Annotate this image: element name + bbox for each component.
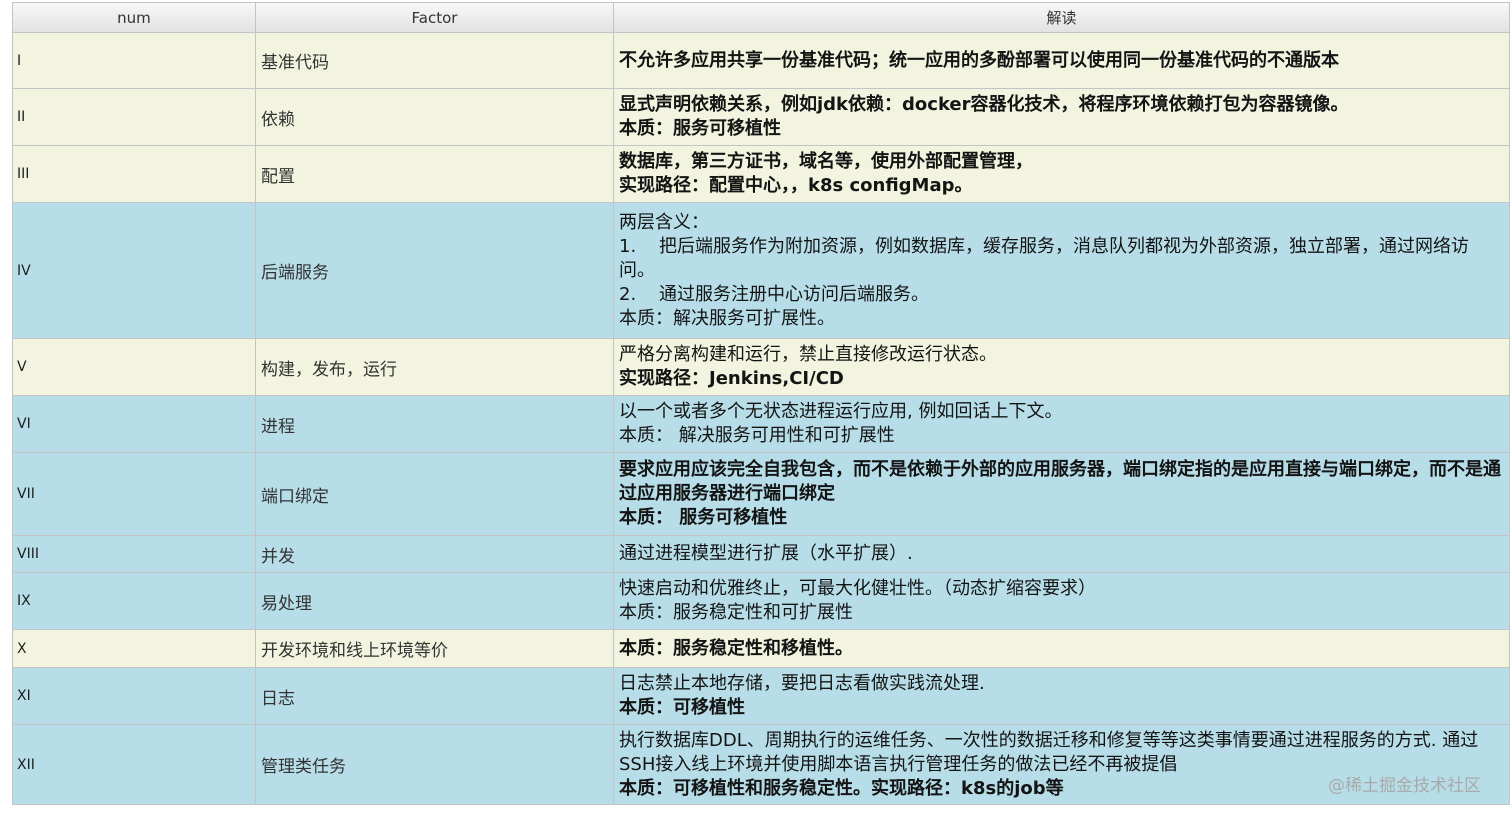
desc-line: 实现路径：Jenkins,CI/CD xyxy=(619,368,844,389)
factor-table: num Factor 解读 I 基准代码 不允许多应用共享一份基准代码；统一应用的多… xyxy=(12,2,1510,805)
table-row: II 依赖 显式声明依赖关系，例如jdk依赖：docker容器化技术，将程序环境依赖… xyxy=(13,89,1509,146)
factor-cell: 后端服务 xyxy=(256,203,614,338)
desc-cell: 通过进程模型进行扩展（水平扩展）. xyxy=(614,536,1509,572)
desc-line: 以一个或者多个无状态进程运行应用, 例如回话上下文。 xyxy=(619,401,1063,422)
factor-cell: 基准代码 xyxy=(256,33,614,88)
num-cell: VI xyxy=(13,396,256,452)
table-row: V 构建，发布，运行 严格分离构建和运行，禁止直接修改运行状态。 实现路径：Jenki… xyxy=(13,339,1509,396)
desc-line: 本质：服务稳定性和移植性。 xyxy=(619,637,853,659)
desc-cell: 快速启动和优雅终止，可最大化健壮性。（动态扩缩容要求） 本质：服务稳定性和可扩展性 xyxy=(614,573,1509,629)
desc-line: 本质：解决服务可扩展性。 xyxy=(619,307,835,329)
num-cell: XII xyxy=(13,725,256,804)
table-row: VI 进程 以一个或者多个无状态进程运行应用, 例如回话上下文。 本质： 解决服务可用… xyxy=(13,396,1509,453)
desc-line: 数据库，第三方证书，域名等，使用外部配置管理， xyxy=(619,151,1033,172)
desc-cell: 要求应用应该完全自我包含，而不是依赖于外部的应用服务器，端口绑定指的是应用直接与… xyxy=(614,453,1509,535)
desc-line: 实现路径：配置中心，，k8s configMap。 xyxy=(619,175,973,196)
num-cell: I xyxy=(13,33,256,88)
factor-cell: 并发 xyxy=(256,536,614,572)
desc-line: 严格分离构建和运行，禁止直接修改运行状态。 xyxy=(619,344,997,365)
desc-line: 本质： 解决服务可用性和可扩展性 xyxy=(619,425,895,446)
factor-cell: 依赖 xyxy=(256,89,614,145)
desc-cell: 数据库，第三方证书，域名等，使用外部配置管理， 实现路径：配置中心，，k8s co… xyxy=(614,146,1509,202)
table-header: num Factor 解读 xyxy=(13,2,1509,33)
factor-cell: 端口绑定 xyxy=(256,453,614,535)
table-row: VII 端口绑定 要求应用应该完全自我包含，而不是依赖于外部的应用服务器，端口绑定指… xyxy=(13,453,1509,536)
desc-line: 显式声明依赖关系，例如jdk依赖：docker容器化技术，将程序环境依赖打包为容… xyxy=(619,94,1349,115)
table-row: X 开发环境和线上环境等价 本质：服务稳定性和移植性。 xyxy=(13,630,1509,668)
num-cell: VIII xyxy=(13,536,256,572)
factor-cell: 配置 xyxy=(256,146,614,202)
desc-line: 日志禁止本地存储，要把日志看做实践流处理. xyxy=(619,673,985,694)
desc-cell: 日志禁止本地存储，要把日志看做实践流处理. 本质：可移植性 xyxy=(614,668,1509,724)
table-row: IV 后端服务 两层含义： 1. 把后端服务作为附加资源，例如数据库，缓存服务，消息队… xyxy=(13,203,1509,339)
header-num: num xyxy=(13,3,256,32)
desc-line: 本质：服务可移植性 xyxy=(619,118,781,139)
desc-line: 要求应用应该完全自我包含，而不是依赖于外部的应用服务器，端口绑定指的是应用直接与… xyxy=(619,459,1501,504)
desc-line: 执行数据库DDL、周期执行的运维任务、一次性的数据迁移和修复等等这类事情要通过进… xyxy=(619,729,1479,775)
desc-line: 快速启动和优雅终止，可最大化健壮性。（动态扩缩容要求） xyxy=(619,578,1096,599)
desc-line: 不允许多应用共享一份基准代码；统一应用的多酚部署可以使用同一份基准代码的不通版本 xyxy=(619,49,1339,71)
factor-cell: 开发环境和线上环境等价 xyxy=(256,630,614,667)
table-body: I 基准代码 不允许多应用共享一份基准代码；统一应用的多酚部署可以使用同一份基准代码… xyxy=(13,33,1509,805)
desc-line: 本质： 服务可移植性 xyxy=(619,507,788,528)
table-row: XI 日志 日志禁止本地存储，要把日志看做实践流处理. 本质：可移植性 xyxy=(13,668,1509,725)
factor-cell: 日志 xyxy=(256,668,614,724)
desc-cell: 显式声明依赖关系，例如jdk依赖：docker容器化技术，将程序环境依赖打包为容… xyxy=(614,89,1509,145)
num-cell: IX xyxy=(13,573,256,629)
desc-line: 2. 通过服务注册中心访问后端服务。 xyxy=(619,283,930,305)
desc-cell: 两层含义： 1. 把后端服务作为附加资源，例如数据库，缓存服务，消息队列都视为外部… xyxy=(614,203,1509,338)
desc-cell: 不允许多应用共享一份基准代码；统一应用的多酚部署可以使用同一份基准代码的不通版本 xyxy=(614,33,1509,88)
desc-line: 两层含义： xyxy=(619,211,709,233)
desc-cell: 严格分离构建和运行，禁止直接修改运行状态。 实现路径：Jenkins,CI/CD xyxy=(614,339,1509,395)
watermark: @稀土掘金技术社区 xyxy=(1328,776,1481,796)
header-desc: 解读 xyxy=(1046,9,1077,27)
num-cell: V xyxy=(13,339,256,395)
num-cell: X xyxy=(13,630,256,667)
factor-cell: 管理类任务 xyxy=(256,725,614,804)
factor-cell: 构建，发布，运行 xyxy=(256,339,614,395)
num-cell: II xyxy=(13,89,256,145)
table-row: XII 管理类任务 执行数据库DDL、周期执行的运维任务、一次性的数据迁移和修复等等… xyxy=(13,725,1509,805)
desc-line: 通过进程模型进行扩展（水平扩展）. xyxy=(619,543,913,564)
table-row: IX 易处理 快速启动和优雅终止，可最大化健壮性。（动态扩缩容要求） 本质：服务稳定性… xyxy=(13,573,1509,630)
table-row: VIII 并发 通过进程模型进行扩展（水平扩展）. xyxy=(13,536,1509,573)
num-cell: III xyxy=(13,146,256,202)
num-cell: IV xyxy=(13,203,256,338)
num-cell: XI xyxy=(13,668,256,724)
header-factor: Factor xyxy=(256,3,614,32)
desc-line: 本质：可移植性 xyxy=(619,697,745,718)
desc-cell: 本质：服务稳定性和移植性。 xyxy=(614,630,1509,667)
desc-cell: 以一个或者多个无状态进程运行应用, 例如回话上下文。 本质： 解决服务可用性和可扩… xyxy=(614,396,1509,452)
desc-line: 本质：服务稳定性和可扩展性 xyxy=(619,602,853,623)
factor-cell: 易处理 xyxy=(256,573,614,629)
table-row: III 配置 数据库，第三方证书，域名等，使用外部配置管理， 实现路径：配置中心，，k… xyxy=(13,146,1509,203)
table-row: I 基准代码 不允许多应用共享一份基准代码；统一应用的多酚部署可以使用同一份基准代码… xyxy=(13,33,1509,89)
desc-line: 1. 把后端服务作为附加资源，例如数据库，缓存服务，消息队列都视为外部资源，独立… xyxy=(619,235,1470,281)
factor-cell: 进程 xyxy=(256,396,614,452)
num-cell: VII xyxy=(13,453,256,535)
